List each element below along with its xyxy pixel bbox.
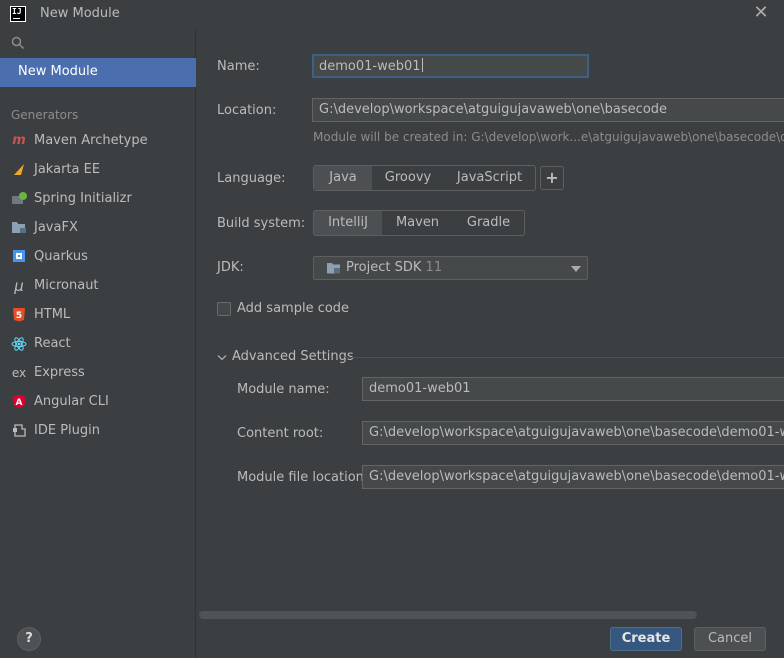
sidebar-item-javafx[interactable]: JavaFX xyxy=(0,214,196,243)
sidebar-item-label: Maven Archetype xyxy=(34,133,148,148)
sidebar-item-label: JavaFX xyxy=(34,220,78,235)
location-hint: Module will be created in: G:\develop\wo… xyxy=(313,130,784,144)
sidebar-search[interactable] xyxy=(0,29,196,57)
location-field[interactable]: G:\develop\workspace\atguigujavaweb\one\… xyxy=(312,98,784,122)
name-value: demo01-web01 xyxy=(319,59,421,74)
language-option-groovy[interactable]: Groovy xyxy=(372,166,444,190)
window-title: New Module xyxy=(40,6,120,21)
module-name-field[interactable]: demo01-web01 xyxy=(362,377,784,401)
divider xyxy=(345,357,784,358)
sidebar-item-micronaut[interactable]: μ Micronaut xyxy=(0,272,196,301)
spring-icon xyxy=(11,191,27,207)
sidebar-item-express[interactable]: ex Express xyxy=(0,359,196,388)
build-option-intellij[interactable]: IntelliJ xyxy=(314,211,382,235)
sidebar-item-label: Angular CLI xyxy=(34,394,109,409)
sidebar-item-label: Express xyxy=(34,365,85,380)
sidebar-item-ide-plugin[interactable]: IDE Plugin xyxy=(0,417,196,446)
location-label: Location: xyxy=(217,103,277,118)
intellij-app-icon: IJ xyxy=(10,6,26,22)
build-system-selector: IntelliJ Maven Gradle xyxy=(313,210,525,236)
content-root-label: Content root: xyxy=(237,426,324,441)
sidebar-item-label: Quarkus xyxy=(34,249,88,264)
sidebar-item-quarkus[interactable]: Quarkus xyxy=(0,243,196,272)
jdk-version: 11 xyxy=(425,260,443,275)
close-icon[interactable]: ✕ xyxy=(752,2,770,24)
html5-icon: 5 xyxy=(11,307,27,323)
chevron-down-icon xyxy=(217,355,227,361)
sidebar-item-label: HTML xyxy=(34,307,71,322)
svg-text:A: A xyxy=(16,398,23,408)
add-sample-code-label[interactable]: Add sample code xyxy=(237,301,349,316)
chevron-down-icon xyxy=(571,266,581,272)
sidebar-item-label: IDE Plugin xyxy=(34,423,100,438)
sidebar-item-react[interactable]: React xyxy=(0,330,196,359)
advanced-settings-header: Advanced Settings xyxy=(232,349,354,364)
name-field[interactable]: demo01-web01 xyxy=(312,54,589,78)
jakarta-ee-icon xyxy=(11,162,27,178)
ide-plugin-icon xyxy=(11,423,27,439)
title-bar: IJ New Module ✕ xyxy=(0,0,784,29)
language-option-javascript[interactable]: JavaScript xyxy=(444,166,535,190)
jdk-value: Project SDK xyxy=(346,260,422,275)
sidebar: New Module Generators m Maven Archetype … xyxy=(0,29,196,658)
angular-icon: A xyxy=(11,394,27,410)
main-form: Name: demo01-web01 Location: G:\develop\… xyxy=(197,29,784,658)
jdk-dropdown[interactable]: Project SDK 11 xyxy=(313,256,588,280)
build-system-label: Build system: xyxy=(217,216,306,231)
help-button[interactable]: ? xyxy=(17,627,41,651)
sidebar-item-label: React xyxy=(34,336,71,351)
sidebar-item-label: Jakarta EE xyxy=(34,162,101,177)
build-option-maven[interactable]: Maven xyxy=(382,211,453,235)
add-language-button[interactable]: + xyxy=(540,166,564,190)
sidebar-item-label: Micronaut xyxy=(34,278,99,293)
javafx-icon xyxy=(11,220,27,236)
folder-icon xyxy=(327,263,340,274)
jdk-label: JDK: xyxy=(217,260,244,275)
sidebar-item-maven-archetype[interactable]: m Maven Archetype xyxy=(0,127,196,156)
cancel-button[interactable]: Cancel xyxy=(694,627,766,651)
sidebar-item-label: New Module xyxy=(18,64,98,79)
maven-icon: m xyxy=(12,133,26,148)
sidebar-item-jakarta-ee[interactable]: Jakarta EE xyxy=(0,156,196,185)
sidebar-item-angular-cli[interactable]: A Angular CLI xyxy=(0,388,196,417)
express-icon: ex xyxy=(11,366,27,380)
quarkus-icon xyxy=(11,249,27,265)
module-file-location-field[interactable]: G:\develop\workspace\atguigujavaweb\one\… xyxy=(362,465,784,489)
add-sample-code-checkbox[interactable] xyxy=(217,302,231,316)
build-option-gradle[interactable]: Gradle xyxy=(453,211,524,235)
sidebar-item-spring-initializr[interactable]: Spring Initializr xyxy=(0,185,196,214)
module-name-label: Module name: xyxy=(237,382,330,397)
svg-text:5: 5 xyxy=(16,311,22,321)
text-caret xyxy=(421,58,423,72)
module-file-location-label: Module file location: xyxy=(237,470,369,485)
search-icon xyxy=(11,36,25,50)
language-label: Language: xyxy=(217,171,286,186)
sidebar-item-new-module[interactable]: New Module xyxy=(0,58,196,87)
generators-header: Generators xyxy=(11,108,79,122)
react-icon xyxy=(11,336,27,352)
sidebar-item-label: Spring Initializr xyxy=(34,191,132,206)
language-option-java[interactable]: Java xyxy=(314,166,372,190)
sidebar-item-html[interactable]: 5 HTML xyxy=(0,301,196,330)
horizontal-scrollbar[interactable] xyxy=(199,611,697,619)
language-selector: Java Groovy JavaScript xyxy=(313,165,536,191)
micronaut-icon: μ xyxy=(14,277,24,295)
create-button[interactable]: Create xyxy=(610,627,682,651)
name-label: Name: xyxy=(217,59,260,74)
content-root-field[interactable]: G:\develop\workspace\atguigujavaweb\one\… xyxy=(362,421,784,445)
